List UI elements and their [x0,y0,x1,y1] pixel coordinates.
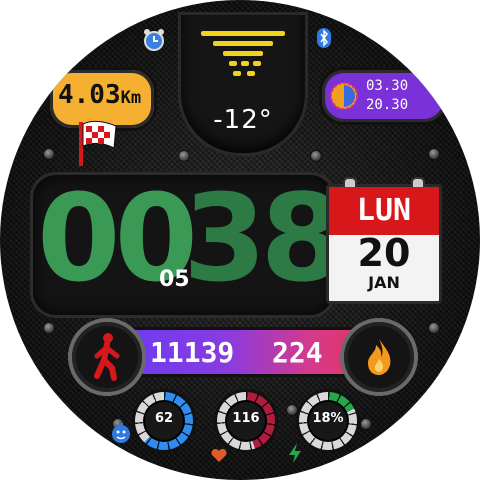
steps-value: 11139 [150,336,235,369]
seconds: 05 [159,267,190,292]
sunset-time: 20.30 [366,97,409,113]
month: JAN [368,273,400,292]
bluetooth-icon [316,27,332,49]
calories-value: 224 [272,336,323,369]
distance-unit: Km [120,88,142,108]
screw [360,418,372,430]
distance-number: 4.03 [58,80,121,110]
gauge-center: 62 [145,402,183,440]
minutes: 38 [183,170,344,309]
activity-bar[interactable]: 11139 224 [120,330,360,374]
lightning-icon [287,442,303,464]
heart-icon [211,448,227,462]
gauge-center: 116 [227,402,265,440]
calories-button[interactable] [340,318,418,396]
walking-person-icon [87,332,127,382]
temperature: -12° [213,105,273,135]
screw [428,322,440,334]
heart-rate-value: 116 [232,411,260,426]
battery-face-icon [110,422,132,444]
gauge-center: 18% [309,402,347,440]
screw [43,322,55,334]
screw [428,148,440,160]
sunrise-sunset-widget[interactable]: 03.30 20.30 [322,70,446,122]
alarm-clock-icon[interactable] [141,27,167,53]
sun-icon [199,27,287,83]
steps-button[interactable] [68,318,146,396]
calendar-widget[interactable]: LUN 20 JAN [326,177,442,304]
weather-widget[interactable]: -12° [178,12,308,156]
flame-icon [364,337,394,377]
charge-gauge[interactable]: 18% [299,392,357,450]
watch-face: -12° 4.03Km 03.30 20.30 00 38 05 LUN 20 … [0,0,480,480]
charge-value: 18% [312,411,344,426]
sun-moon-icon [330,82,358,110]
checkered-flag-icon [76,118,120,168]
screw [178,150,190,162]
sunrise-time: 03.30 [366,78,409,94]
screw [43,148,55,160]
battery-value: 62 [154,411,174,426]
heart-rate-gauge[interactable]: 116 [217,392,275,450]
day-of-month: 20 [357,231,411,275]
time-panel: 00 38 05 [30,170,344,318]
distance-value: 4.03Km [58,80,141,110]
weekday: LUN [356,193,412,228]
screw [310,150,322,162]
screw [286,404,298,416]
battery-gauge[interactable]: 62 [135,392,193,450]
